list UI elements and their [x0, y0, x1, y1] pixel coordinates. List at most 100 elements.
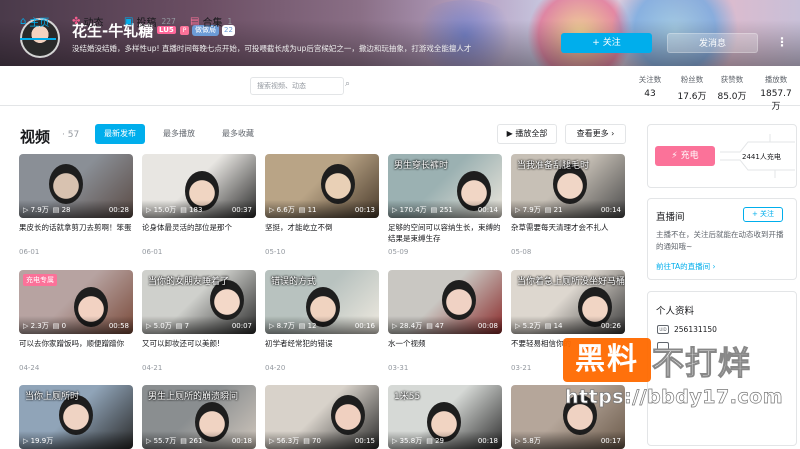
video-thumbnail[interactable]: ▷ 7.9万 ▤ 28 00:28	[19, 154, 133, 218]
video-thumbnail[interactable]: 男生穿长裤时 ▷ 170.4万 ▤ 251 00:14	[388, 154, 502, 218]
tab-label: 主页	[29, 18, 50, 29]
stat-fans[interactable]: 粉丝数 17.6万	[674, 74, 710, 102]
video-duration: 00:58	[108, 322, 129, 330]
tab-underline	[20, 38, 56, 40]
video-thumbnail[interactable]: ▷ 28.4万 ▤ 47 00:08	[388, 270, 502, 334]
danmaku-count: ▤ 7	[175, 322, 190, 330]
video-card[interactable]: ▷ 7.9万 ▤ 28 00:28 果皮长的话就拿剪刀去剪啊！笨蛋 06-01	[19, 154, 133, 256]
video-title[interactable]: 又可以卸妆还可以美颜!	[142, 338, 256, 360]
filter-most-favorited[interactable]: 最多收藏	[213, 124, 263, 144]
video-date: 06-01	[142, 248, 163, 256]
play-count: ▷ 2.3万	[23, 322, 49, 330]
more-vertical-icon[interactable]: ⋮	[776, 35, 788, 49]
stat-following[interactable]: 关注数 43	[632, 74, 668, 99]
play-count: ▷ 5.8万	[515, 437, 541, 445]
video-stats: ▷ 2.3万 ▤ 0 00:58	[23, 321, 129, 331]
video-stats: ▷ 5.0万 ▤ 7 00:07	[146, 321, 252, 331]
play-count: ▷ 55.7万	[146, 437, 177, 445]
video-date: 05-08	[511, 248, 532, 256]
follow-button[interactable]: + 关注	[561, 33, 652, 53]
danmaku-count: ▤ 261	[180, 437, 203, 445]
stat-likes: 获赞数 85.0万	[714, 74, 750, 102]
video-card[interactable]: ▷ 6.6万 ▤ 11 00:13 坚挺，才能屹立不倒 05-10	[265, 154, 379, 256]
message-button[interactable]: 发消息	[667, 33, 758, 53]
video-thumbnail[interactable]: ▷ 56.3万 ▤ 70 00:15	[265, 385, 379, 449]
profile-title: 个人资料	[656, 306, 695, 317]
live-follow-button[interactable]: + 关注	[743, 207, 783, 222]
video-stats: ▷ 5.2万 ▤ 14 00:26	[515, 321, 621, 331]
charge-button[interactable]: ⚡ 充电	[655, 146, 715, 166]
stat-label: 粉丝数	[680, 75, 704, 84]
video-card[interactable]: 男生穿长裤时 ▷ 170.4万 ▤ 251 00:14 足够的空间可以容纳生长，束缚的结…	[388, 154, 502, 256]
video-title[interactable]: 杂草需要每天清理才会不扎人	[511, 222, 625, 244]
video-count: 57	[67, 130, 80, 140]
video-card[interactable]: ▷ 15.0万 ▤ 183 00:37 论身体最灵活的部位是那个 06-01	[142, 154, 256, 256]
video-card[interactable]: 男生上厕所的崩溃瞬间 ▷ 55.7万 ▤ 261 00:18	[142, 385, 256, 449]
thumbnail-caption: 错误的方式	[271, 277, 317, 287]
video-thumbnail[interactable]: 当你上厕所时 ▷ 19.9万	[19, 385, 133, 449]
tab-label: 合集	[202, 18, 223, 29]
video-title[interactable]: 果皮长的话就拿剪刀去剪啊！笨蛋	[19, 222, 133, 244]
video-thumbnail[interactable]: 男生上厕所的崩溃瞬间 ▷ 55.7万 ▤ 261 00:18	[142, 385, 256, 449]
video-thumbnail[interactable]: 错误的方式 ▷ 8.7万 ▤ 12 00:16	[265, 270, 379, 334]
vip-icon: P	[180, 26, 189, 35]
stat-label: 获赞数	[720, 75, 744, 84]
live-status-text: 主播不在，关注后就能在动态收到开播的通知哦~	[656, 230, 784, 251]
danmaku-count: ▤ 14	[544, 322, 563, 330]
video-card[interactable]: 当你上厕所时 ▷ 19.9万	[19, 385, 133, 449]
lightning-icon: ⚡	[671, 151, 678, 161]
tab-count: 227	[161, 17, 176, 26]
video-title[interactable]: 初学者经常犯的错误	[265, 338, 379, 360]
filter-latest[interactable]: 最新发布	[95, 124, 145, 144]
tab-uploads[interactable]: ▣ 投稿 227	[124, 14, 176, 29]
tab-home[interactable]: ⌂ 主页	[20, 14, 49, 29]
video-thumbnail[interactable]: 充电专属 ▷ 2.3万 ▤ 0 00:58	[19, 270, 133, 334]
tab-activity[interactable]: ✤ 动态	[72, 14, 103, 29]
video-thumbnail[interactable]: 当我准备刮腿毛时 ▷ 7.9万 ▤ 21 00:14	[511, 154, 625, 218]
video-stats: ▷ 56.3万 ▤ 70 00:15	[269, 436, 375, 446]
thumbnail-caption: 男生穿长裤时	[394, 161, 449, 171]
video-card[interactable]: 错误的方式 ▷ 8.7万 ▤ 12 00:16 初学者经常犯的错误 04-20	[265, 270, 379, 372]
play-count: ▷ 35.8万	[392, 437, 423, 445]
stat-value: 1857.7万	[760, 89, 792, 112]
thumbnail-caption: 当我准备刮腿毛时	[517, 161, 590, 171]
thumbnail-caption: 当你的女朋友睡着了	[148, 277, 230, 287]
video-thumbnail[interactable]: ▷ 6.6万 ▤ 11 00:13	[265, 154, 379, 218]
video-card[interactable]: 当你的女朋友睡着了 ▷ 5.0万 ▤ 7 00:07 又可以卸妆还可以美颜! 04-21	[142, 270, 256, 372]
search-icon[interactable]: ⌕	[345, 79, 350, 89]
video-icon: ▣	[124, 16, 134, 27]
video-card[interactable]: 充电专属 ▷ 2.3万 ▤ 0 00:58 可以去你家蹭饭吗，顺便蹭蹭你 04-24	[19, 270, 133, 372]
filter-most-played[interactable]: 最多播放	[154, 124, 204, 144]
video-duration: 00:14	[477, 206, 498, 214]
play-count: ▷ 56.3万	[269, 437, 300, 445]
video-duration: 00:18	[477, 437, 498, 445]
video-stats: ▷ 35.8万 ▤ 29 00:18	[392, 436, 498, 446]
live-title: 直播间	[656, 212, 685, 223]
search-input[interactable]: 搜索视频、动态	[250, 77, 344, 95]
video-thumbnail[interactable]: 当你的女朋友睡着了 ▷ 5.0万 ▤ 7 00:07	[142, 270, 256, 334]
tab-collections[interactable]: ▤ 合集 1	[190, 14, 232, 29]
watermark-text: 不打烊	[651, 344, 752, 383]
video-title[interactable]: 水一个视频	[388, 338, 502, 360]
section-count: · 57	[62, 130, 80, 140]
video-card[interactable]: ▷ 28.4万 ▤ 47 00:08 水一个视频 03-31	[388, 270, 502, 372]
video-thumbnail[interactable]: 1米55 ▷ 35.8万 ▤ 29 00:18	[388, 385, 502, 449]
video-card[interactable]: 当我准备刮腿毛时 ▷ 7.9万 ▤ 21 00:14 杂草需要每天清理才会不扎人 05-0…	[511, 154, 625, 256]
video-thumbnail[interactable]: 当你着急上厕所没坐好马桶时 ▷ 5.2万 ▤ 14 00:26	[511, 270, 625, 334]
live-room-link[interactable]: 前往TA的直播间 ›	[656, 261, 716, 272]
play-all-button[interactable]: ▶ 播放全部	[497, 124, 557, 144]
video-date: 05-09	[388, 248, 409, 256]
thumbnail-figure	[331, 395, 365, 435]
video-title[interactable]: 足够的空间可以容纳生长，束缚的结果是束缚生存	[388, 222, 502, 244]
danmaku-count: ▤ 21	[544, 206, 563, 214]
video-title[interactable]: 坚挺，才能屹立不倒	[265, 222, 379, 244]
tab-label: 动态	[83, 18, 104, 29]
video-card[interactable]: 1米55 ▷ 35.8万 ▤ 29 00:18	[388, 385, 502, 449]
video-card[interactable]: ▷ 56.3万 ▤ 70 00:15	[265, 385, 379, 449]
play-count: ▷ 28.4万	[392, 322, 423, 330]
video-thumbnail[interactable]: ▷ 15.0万 ▤ 183 00:37	[142, 154, 256, 218]
play-count: ▷ 15.0万	[146, 206, 177, 214]
video-title[interactable]: 论身体最灵活的部位是那个	[142, 222, 256, 244]
see-more-button[interactable]: 查看更多 ›	[565, 124, 626, 144]
video-title[interactable]: 可以去你家蹭饭吗，顺便蹭蹭你	[19, 338, 133, 360]
